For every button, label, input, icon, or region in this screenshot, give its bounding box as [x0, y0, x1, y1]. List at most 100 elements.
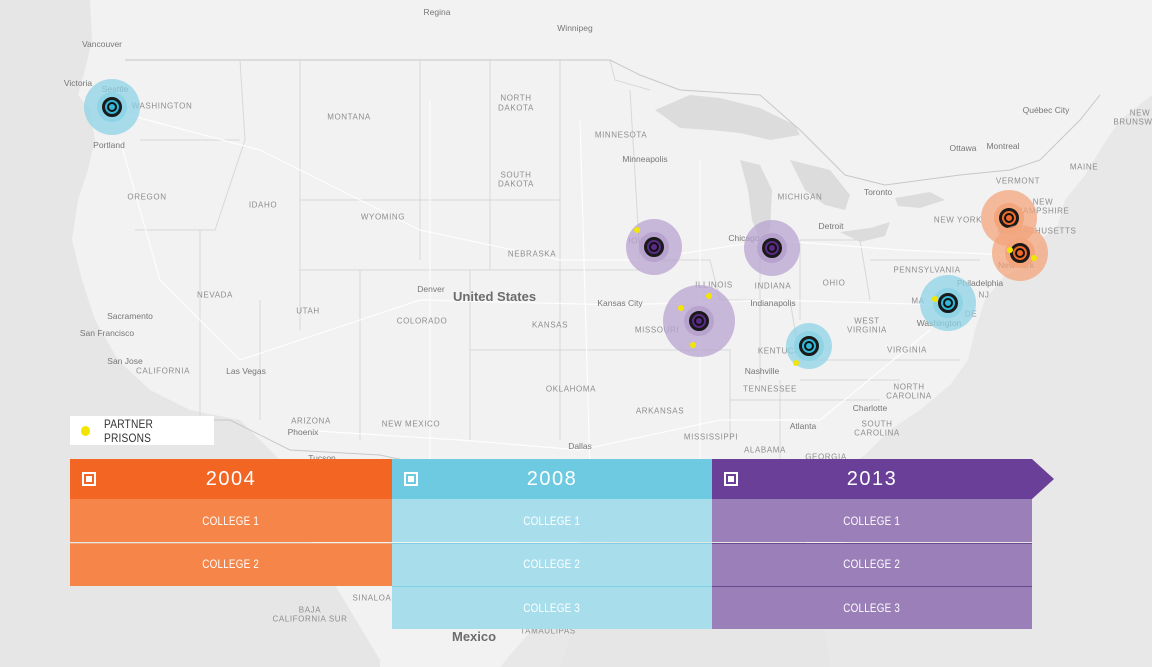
partner-prison-dot [678, 305, 684, 311]
city-label: San Jose [107, 356, 143, 366]
city-label: Québec City [1022, 105, 1070, 115]
city-label: Atlanta [789, 421, 817, 431]
state-label: NEW MEXICO [381, 419, 441, 429]
city-label: Ottawa [949, 143, 977, 153]
partner-prison-dot [793, 360, 799, 366]
college-divider [712, 542, 1032, 544]
state-label: NORTH [500, 93, 532, 103]
college-label: COLLEGE 3 [523, 600, 581, 615]
state-label: KANSAS [531, 320, 569, 330]
city-label: Winnipeg [557, 23, 593, 33]
state-label: NJ [978, 290, 990, 300]
legend: PARTNER PRISONS [70, 416, 214, 445]
country-label-mexico: Mexico [452, 629, 497, 644]
state-label: NEVADA [197, 290, 233, 300]
city-label: Denver [417, 284, 445, 294]
partner-prison-dot [932, 296, 938, 302]
timeline-year: 2004 [205, 467, 257, 490]
college-divider [392, 586, 712, 587]
state-label: OREGON [127, 192, 167, 202]
washington-marker-center [943, 298, 953, 308]
city-label: Charlotte [852, 403, 888, 413]
city-label: Phoenix [287, 427, 319, 437]
state-label: WYOMING [360, 212, 406, 222]
state-label: BAJA [298, 605, 322, 615]
timeline-header-2004[interactable]: 2004 [70, 459, 392, 499]
college-cell[interactable]: COLLEGE 3 [392, 586, 712, 629]
timeline-header-2013[interactable]: 2013 [712, 459, 1032, 499]
college-cell[interactable]: COLLEGE 1 [392, 499, 712, 542]
state-label: CAROLINA [886, 391, 932, 401]
timeline-year: 2008 [526, 467, 578, 490]
partner-prison-dot [1007, 247, 1013, 253]
college-divider [712, 586, 1032, 587]
state-label: MONTANA [327, 112, 371, 122]
college-cell[interactable]: COLLEGE 1 [712, 499, 1032, 542]
college-cell[interactable]: COLLEGE 1 [70, 499, 392, 542]
kentucky-marker-center [804, 341, 814, 351]
state-label: VERMONT [995, 176, 1041, 186]
college-cell[interactable]: COLLEGE 2 [712, 542, 1032, 586]
city-label: Victoria [63, 78, 93, 88]
missouri-marker-center [694, 316, 704, 326]
timeline-header-2008[interactable]: 2008 [392, 459, 712, 499]
state-label: BRUNSW [1113, 117, 1152, 127]
city-label: Minneapolis [622, 154, 668, 164]
city-label: Montreal [986, 141, 1020, 151]
city-label: Indianapolis [750, 298, 796, 308]
state-label: MISSISSIPPI [683, 432, 739, 442]
city-label: Portland [93, 140, 125, 150]
country-label-us: United States [453, 289, 537, 304]
state-label: UTAH [296, 306, 320, 316]
state-label: WEST [854, 316, 880, 326]
state-label: ARIZONA [291, 416, 331, 426]
iowa-marker-center [649, 242, 659, 252]
college-cell[interactable]: COLLEGE 3 [712, 586, 1032, 629]
state-label: SINALOA [352, 593, 392, 603]
state-label: INDIANA [754, 281, 792, 291]
college-label: COLLEGE 2 [523, 557, 581, 571]
state-label: NEW [1032, 197, 1054, 207]
state-label: OKLAHOMA [545, 384, 597, 394]
college-cell[interactable]: COLLEGE 2 [392, 542, 712, 586]
college-divider [392, 542, 712, 544]
state-label: MINNESOTA [594, 130, 648, 140]
college-divider [70, 542, 392, 544]
state-label: MICHIGAN [777, 192, 823, 202]
city-label: Detroit [818, 221, 844, 231]
state-label: COLORADO [396, 316, 448, 326]
state-label: WASHINGTON [131, 101, 193, 111]
college-label: COLLEGE 2 [843, 557, 901, 571]
state-label: PENNSYLVANIA [893, 265, 961, 275]
college-label: COLLEGE 1 [202, 513, 260, 528]
college-label: COLLEGE 3 [843, 600, 901, 615]
college-label: COLLEGE 1 [843, 513, 901, 528]
college-cell[interactable]: COLLEGE 2 [70, 542, 392, 586]
state-label: CALIFORNIA SUR [272, 614, 348, 624]
state-label: VIRGINIA [887, 345, 927, 355]
city-label: Sacramento [107, 311, 153, 321]
state-label: NEW [1129, 108, 1151, 118]
timeline-year: 2013 [846, 467, 898, 490]
legend-dot-icon [81, 425, 91, 436]
partner-prison-dot [1031, 255, 1037, 261]
state-label: NEW YORK [933, 215, 983, 225]
college-label: COLLEGE 2 [202, 557, 260, 571]
newyork-marker-center [1004, 213, 1014, 223]
city-label: Regina [423, 7, 451, 17]
state-label: VIRGINIA [847, 325, 887, 335]
legend-label: PARTNER PRISONS [104, 416, 154, 445]
city-label: Vancouver [81, 39, 123, 49]
state-label: DAKOTA [498, 103, 534, 113]
state-label: TENNESSEE [743, 384, 797, 394]
state-label: OHIO [822, 278, 846, 288]
state-label: MAINE [1069, 162, 1099, 172]
chicago-marker-center [767, 243, 777, 253]
state-label: IDAHO [248, 200, 278, 210]
state-label: SOUTH [500, 170, 532, 180]
state-label: CALIFORNIA [135, 366, 191, 376]
newyork-south-marker-center [1015, 248, 1025, 258]
college-label: COLLEGE 1 [523, 513, 581, 528]
state-label: CAROLINA [854, 428, 900, 438]
state-label: NORTH [893, 382, 925, 392]
